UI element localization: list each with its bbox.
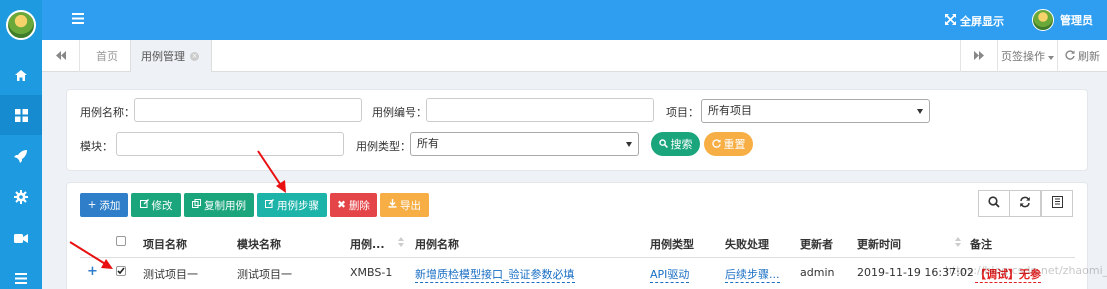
annotation-arrows	[69, 150, 286, 269]
arrow-to-steps-button	[257, 150, 286, 193]
arrow-to-row-checkbox	[69, 241, 113, 269]
